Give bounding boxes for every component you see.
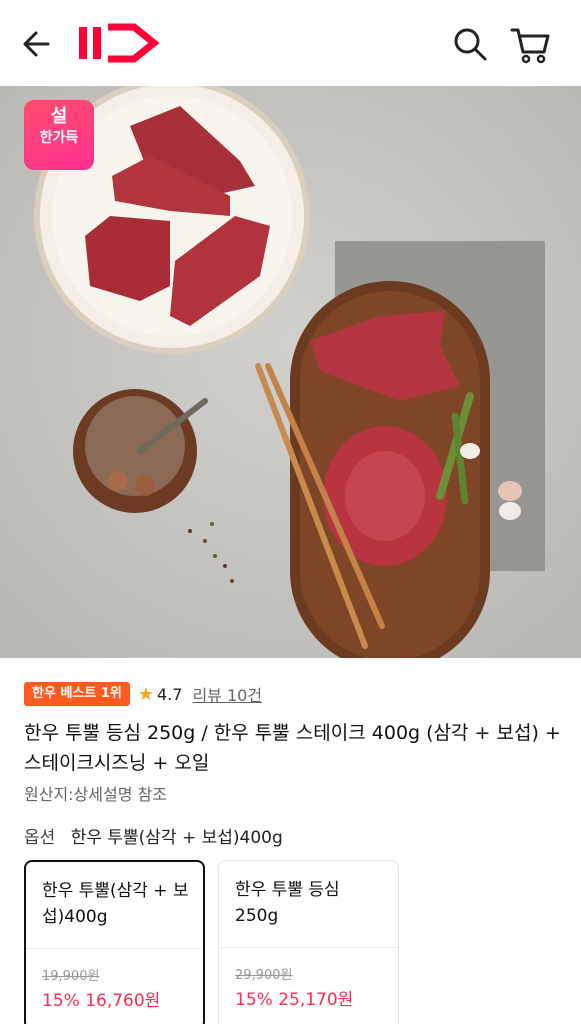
seollal-badge: 설 한가득 bbox=[24, 100, 94, 170]
product-photo bbox=[0, 86, 581, 658]
divider bbox=[26, 948, 203, 949]
product-image[interactable]: 설 한가득 bbox=[0, 86, 581, 658]
option-card-1[interactable]: 한우 투뿔(삼각 + 보섭)400g 19,900원 15% 16,760원 bbox=[24, 860, 205, 1024]
original-price: 19,900원 bbox=[42, 969, 100, 984]
product-tags: 한우 베스트 1위 ★ 4.7 리뷰 10건 bbox=[24, 681, 262, 707]
cart-icon bbox=[510, 28, 550, 64]
badge-line1: 설 bbox=[50, 106, 68, 127]
divider bbox=[219, 947, 398, 948]
badge-line2: 한가득 bbox=[39, 130, 79, 146]
review-link[interactable]: 리뷰 10건 bbox=[192, 682, 262, 706]
back-arrow-icon bbox=[23, 31, 50, 57]
option-name: 한우 투뿔(삼각 + 보섭)400g bbox=[42, 881, 189, 927]
option-selected-value: 한우 투뿔(삼각 + 보섭)400g bbox=[70, 828, 283, 848]
back-button[interactable] bbox=[18, 24, 58, 64]
rating-value: 4.7 bbox=[157, 684, 183, 704]
option-card-2[interactable]: 한우 투뿔 등심 250g 29,900원 15% 25,170원 bbox=[218, 860, 399, 1024]
cart-button[interactable] bbox=[508, 22, 552, 66]
logo[interactable] bbox=[76, 22, 162, 64]
product-title: 한우 투뿔 등심 250g / 한우 투뿔 스테이크 400g (삼각 + 보섭… bbox=[24, 722, 561, 774]
option-label: 옵션 bbox=[24, 828, 56, 848]
original-price: 29,900원 bbox=[235, 968, 293, 983]
search-button[interactable] bbox=[450, 24, 490, 64]
search-icon bbox=[454, 28, 487, 61]
star-icon: ★ bbox=[137, 683, 154, 705]
best-ranking-badge: 한우 베스트 1위 bbox=[24, 682, 130, 706]
sale-price: 15% 25,170원 bbox=[235, 990, 354, 1010]
option-name: 한우 투뿔 등심 250g bbox=[235, 880, 340, 926]
option-summary: 옵션 한우 투뿔(삼각 + 보섭)400g bbox=[24, 823, 283, 848]
sale-price: 15% 16,760원 bbox=[42, 991, 161, 1011]
app-header bbox=[0, 0, 581, 86]
origin-info: 원산지:상세설명 참조 bbox=[24, 785, 167, 804]
